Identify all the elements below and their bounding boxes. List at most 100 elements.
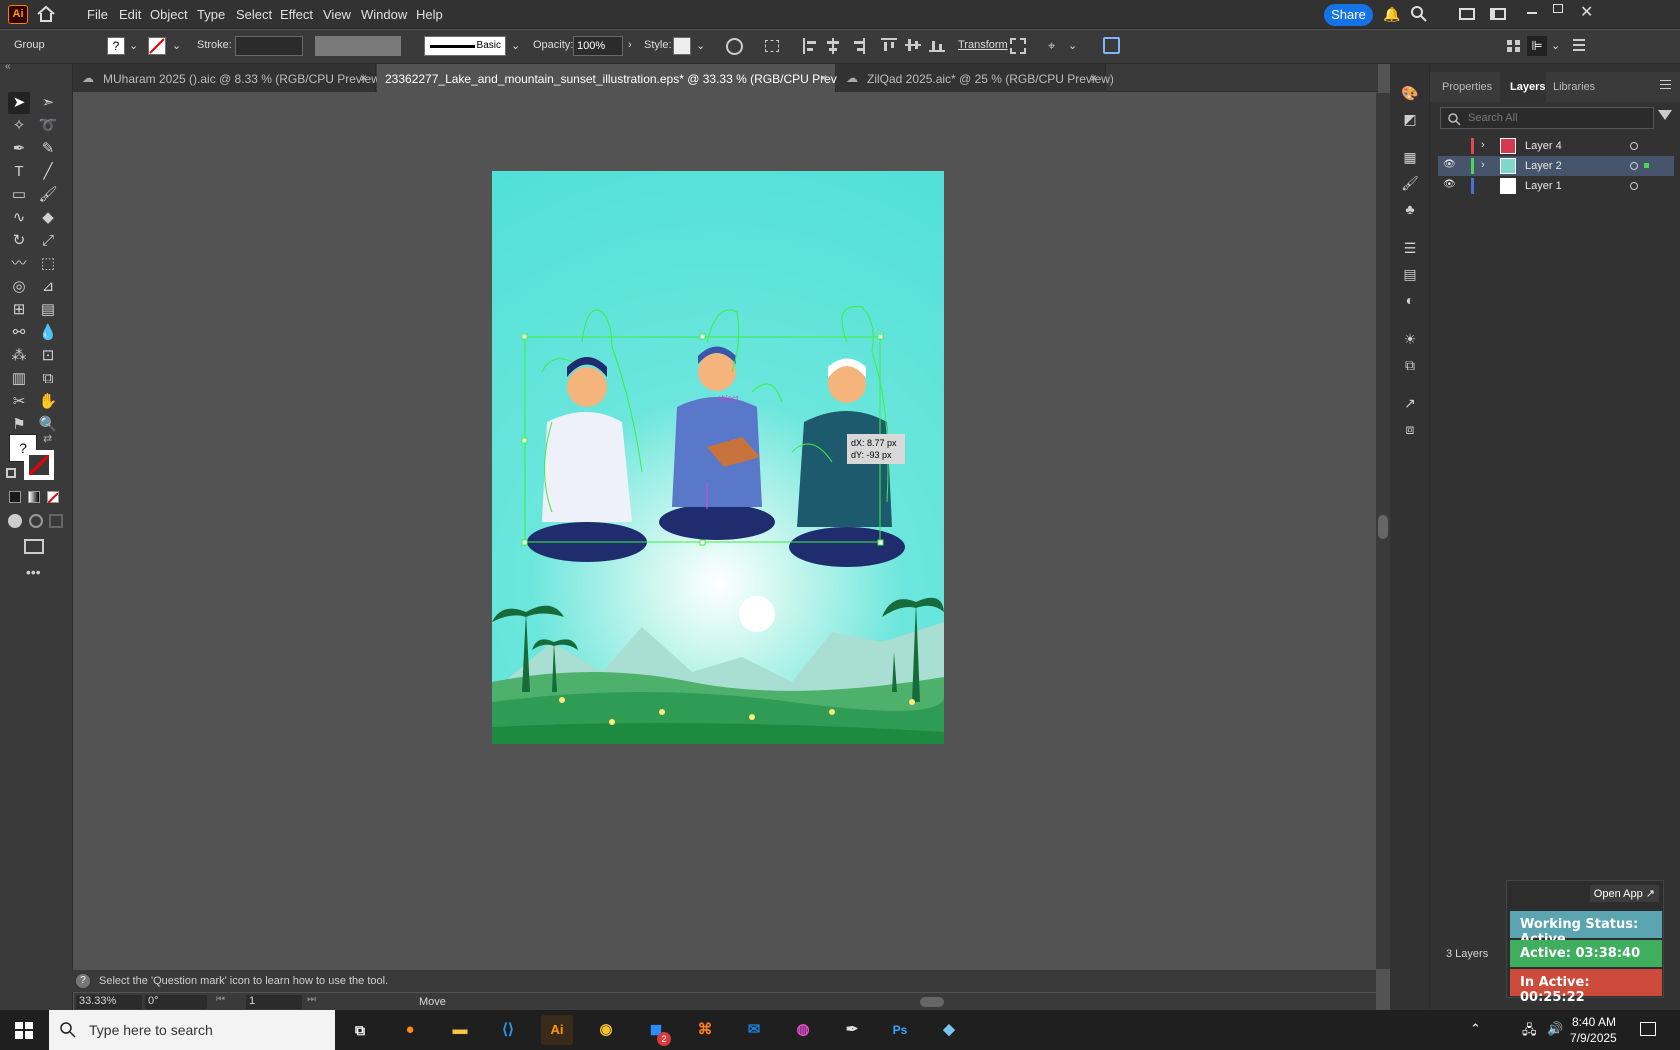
panel-toggle-icon[interactable] — [1490, 8, 1506, 20]
gradient-tool-icon[interactable]: ▤ — [37, 299, 59, 321]
snap-icon[interactable]: ⊫ — [1527, 36, 1547, 56]
menu-type[interactable]: Type — [197, 7, 225, 22]
color-icon[interactable]: 🎨 — [1401, 85, 1419, 103]
artboards-icon[interactable]: ⧈ — [1401, 421, 1419, 439]
artboard-tool-icon[interactable]: ⧉ — [37, 368, 59, 390]
app-icon[interactable]: ◆ — [933, 1015, 965, 1045]
task-view-icon[interactable]: ⧉ — [344, 1015, 376, 1045]
align-vcenter-icon[interactable] — [905, 38, 921, 52]
clock-time[interactable]: 8:40 AM — [1572, 1015, 1616, 1029]
file-explorer-icon[interactable]: ▬ — [444, 1015, 476, 1045]
default-colors-icon[interactable] — [6, 468, 16, 478]
chrome-icon[interactable]: ◉ — [590, 1015, 622, 1045]
none-mode-icon[interactable] — [47, 491, 59, 504]
slice-tool-icon[interactable]: ✂ — [8, 391, 30, 413]
style-swatch[interactable] — [673, 37, 691, 55]
hscroll-thumb[interactable] — [920, 997, 944, 1007]
graphic-styles-icon[interactable]: ⧉ — [1401, 357, 1419, 375]
chevron-right-icon[interactable]: › — [628, 39, 632, 51]
arrange-docs-icon[interactable] — [1507, 40, 1520, 52]
tab-lake-mountain[interactable]: 23362277_Lake_and_mountain_sunset_illust… — [377, 64, 859, 92]
gradient-icon[interactable]: ▤ — [1401, 266, 1419, 284]
curvature-icon[interactable]: ✎ — [37, 138, 59, 160]
mesh-tool-icon[interactable]: ⊞ — [8, 299, 30, 321]
eyedropper-icon[interactable]: 💧 — [37, 322, 59, 344]
app-logo[interactable]: Ai — [8, 5, 28, 24]
close-tab-icon[interactable]: × — [360, 71, 367, 85]
pen-app-icon[interactable]: ✒ — [836, 1015, 868, 1045]
swap-icon[interactable]: ⇄ — [43, 432, 52, 445]
chevron-down-icon[interactable]: ⌄ — [172, 39, 181, 52]
layer-row[interactable]: › Layer 4 — [1438, 136, 1674, 156]
type-tool-icon[interactable]: T — [8, 161, 30, 183]
vscode-icon[interactable]: ⟨⟩ — [492, 1015, 524, 1045]
chevron-down-icon[interactable]: ⌄ — [511, 39, 520, 52]
transparency-icon[interactable]: ◐ — [1401, 292, 1419, 310]
chevron-down-icon[interactable]: ⌄ — [696, 39, 705, 52]
notifications-icon[interactable] — [1640, 1022, 1656, 1036]
close-tab-icon[interactable]: × — [1090, 71, 1097, 85]
outlook-icon[interactable]: ✉ — [738, 1015, 770, 1045]
vertical-scrollbar[interactable] — [1376, 93, 1390, 969]
help-icon[interactable]: ? — [76, 974, 90, 988]
line-tool-icon[interactable]: ╱ — [37, 161, 59, 183]
scale-tool-icon[interactable]: ⤢ — [37, 230, 59, 252]
symbol-sprayer-icon[interactable]: ⁂ — [8, 345, 30, 367]
target-icon[interactable] — [1630, 182, 1638, 190]
zoom-field[interactable]: 33.33% — [76, 995, 142, 1009]
close-icon[interactable]: ✕ — [1580, 2, 1593, 22]
draw-normal-icon[interactable] — [8, 514, 22, 528]
stroke-box[interactable] — [24, 450, 54, 480]
align-to-icon[interactable] — [765, 40, 779, 52]
direct-selection-tool-icon[interactable]: ➣ — [37, 92, 59, 114]
magic-wand-icon[interactable]: ✧ — [8, 115, 30, 137]
selection-tool-icon[interactable]: ➤ — [8, 92, 30, 114]
rotate-tool-icon[interactable]: ↻ — [8, 230, 30, 252]
layer-name[interactable]: Layer 1 — [1525, 180, 1562, 192]
collapse-icon[interactable]: « — [5, 61, 11, 72]
free-transform-icon[interactable]: ⬚ — [37, 253, 59, 275]
hand-tool-icon[interactable]: ✋ — [37, 391, 59, 413]
stroke-icon[interactable]: ☰ — [1401, 240, 1419, 258]
menu-view[interactable]: View — [323, 7, 351, 22]
eye-icon[interactable]: 👁 — [1443, 159, 1456, 170]
screen-mode-icon[interactable] — [24, 539, 44, 554]
open-app-button[interactable]: Open App ↗ — [1589, 885, 1659, 902]
layer-search-input[interactable]: Search All — [1440, 107, 1654, 129]
draw-inside-icon[interactable] — [49, 514, 63, 528]
gradient-mode-icon[interactable] — [28, 491, 40, 503]
recolor-artwork-icon[interactable] — [1103, 37, 1120, 54]
menu-edit[interactable]: Edit — [119, 7, 141, 22]
expand-icon[interactable]: › — [1481, 139, 1485, 151]
firefox-icon[interactable]: ● — [394, 1015, 426, 1045]
transform-link[interactable]: Transform — [958, 39, 1008, 51]
tab-layers[interactable]: Layers — [1510, 81, 1545, 93]
draw-behind-icon[interactable] — [29, 514, 43, 528]
symbols-icon[interactable]: ♣ — [1401, 201, 1419, 219]
tab-properties[interactable]: Properties — [1442, 81, 1492, 93]
layer-name[interactable]: Layer 2 — [1525, 160, 1562, 172]
align-bottom-icon[interactable] — [929, 38, 945, 52]
filter-icon[interactable] — [1658, 110, 1672, 120]
panel-menu-icon[interactable] — [1660, 80, 1671, 89]
volume-icon[interactable]: 🔊 — [1547, 1021, 1563, 1037]
graph-tool-icon[interactable]: ▥ — [8, 368, 30, 390]
search-icon[interactable] — [1410, 5, 1428, 23]
artboard-nav-first-icon[interactable]: ⏮ — [216, 994, 225, 1005]
target-icon[interactable] — [1630, 142, 1638, 150]
color-mode-icon[interactable] — [9, 491, 21, 503]
menu-file[interactable]: File — [87, 7, 108, 22]
brushes-icon[interactable]: 🖌 — [1401, 175, 1419, 193]
variable-width-field[interactable] — [315, 36, 401, 56]
isolate-icon[interactable] — [1010, 38, 1026, 54]
selection-indicator[interactable] — [1644, 163, 1649, 168]
artboard[interactable]: object dX: 8.77 px dY: -93 px — [492, 172, 944, 744]
swatches-icon[interactable]: ▦ — [1401, 149, 1419, 167]
menu-object[interactable]: Object — [150, 7, 188, 22]
tab-zilqad[interactable]: ☁ ZilQad 2025.aic* @ 25 % (RGB/CPU Previ… — [837, 64, 1114, 92]
tab-muharam[interactable]: ☁ MUharam 2025 ().aic @ 8.33 % (RGB/CPU … — [73, 64, 384, 92]
align-left-icon[interactable] — [803, 38, 817, 54]
photoshop-icon[interactable]: Ps — [884, 1015, 916, 1045]
fill-swatch[interactable]: ? — [107, 37, 125, 55]
layer-row[interactable]: 👁 Layer 1 — [1438, 176, 1674, 196]
